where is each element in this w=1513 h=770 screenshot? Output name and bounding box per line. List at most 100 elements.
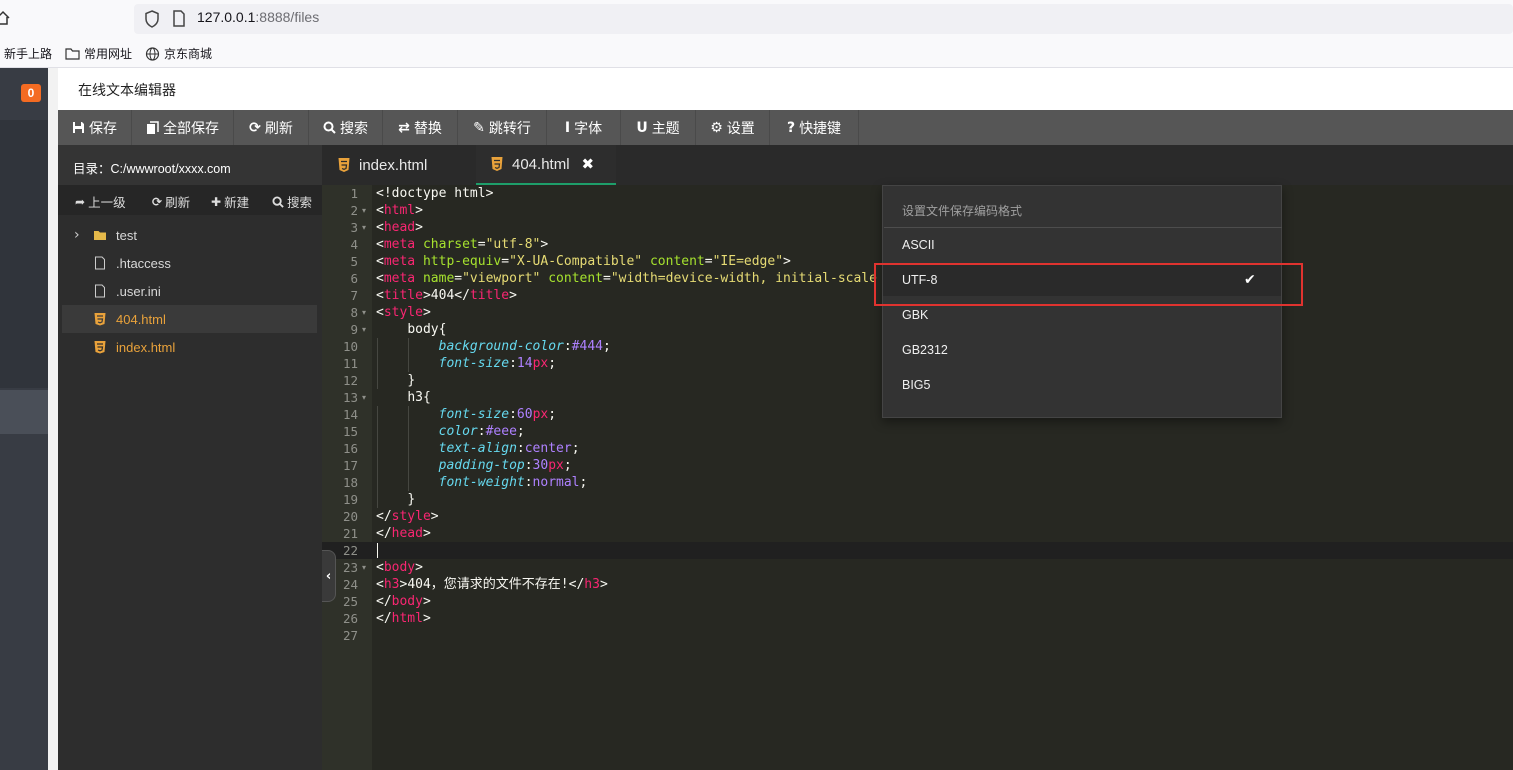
save-all-label: 全部保存 xyxy=(163,119,219,136)
code-line: </style> xyxy=(376,509,439,524)
bookmark-label: 京东商城 xyxy=(164,47,213,61)
font-label: 字体 xyxy=(574,119,603,136)
url-path: :8888/files xyxy=(255,9,320,25)
code-value: #eee xyxy=(485,424,517,439)
line-number: 11 xyxy=(342,356,358,371)
code-line: <head> xyxy=(376,220,423,235)
code-tag: meta xyxy=(383,237,416,252)
shield-icon[interactable] xyxy=(144,10,160,28)
sidebar-refresh-label: 刷新 xyxy=(165,196,191,210)
tree-file-htaccess[interactable]: .htaccess xyxy=(62,249,317,277)
save-all-button[interactable]: 全部保存 xyxy=(132,110,234,145)
fold-arrow-icon[interactable]: ▾ xyxy=(362,559,366,576)
home-icon[interactable] xyxy=(0,10,10,26)
code-line: color:#eee; xyxy=(438,424,525,439)
encoding-option-ascii[interactable]: ASCII xyxy=(883,229,1281,261)
tree-item-label: index.html xyxy=(116,339,176,355)
line-number: 12 xyxy=(342,373,358,388)
code-attr: name xyxy=(422,271,455,286)
bookmark-newbie[interactable]: 新手上路 xyxy=(4,45,52,62)
html5-icon xyxy=(491,157,503,171)
save-label: 保存 xyxy=(89,119,117,136)
divider xyxy=(884,227,1282,228)
tab-404-html[interactable]: 404.html ✖ xyxy=(476,145,616,185)
theme-button[interactable]: U 主题 xyxy=(621,110,696,145)
close-icon[interactable]: ✖ xyxy=(582,155,595,173)
code-property: font-size xyxy=(438,407,510,422)
html5-icon xyxy=(94,313,106,326)
tree-file-404[interactable]: 404.html xyxy=(62,305,317,333)
globe-icon xyxy=(145,46,160,61)
tree-folder-test[interactable]: › test xyxy=(62,221,317,249)
line-number: 17 xyxy=(342,458,358,473)
encoding-option-big5[interactable]: BIG5 xyxy=(883,369,1281,401)
encoding-option-gb2312[interactable]: GB2312 xyxy=(883,334,1281,366)
code-string: "viewport" xyxy=(462,271,541,286)
url-bar[interactable] xyxy=(134,4,1513,34)
settings-button[interactable]: ⚙ 设置 xyxy=(696,110,770,145)
goto-line-button[interactable]: ✎ 跳转行 xyxy=(458,110,547,145)
tab-index-html[interactable]: index.html xyxy=(322,145,475,185)
refresh-button[interactable]: ⟳ 刷新 xyxy=(234,110,309,145)
code-tag: title xyxy=(383,288,423,303)
sidebar-search-button[interactable]: 搜索 xyxy=(272,192,312,211)
collapse-sidebar-button[interactable]: ‹ xyxy=(322,550,336,602)
line-number: 3 xyxy=(350,220,358,235)
editor-header xyxy=(58,68,1513,110)
code-tag: style xyxy=(391,509,431,524)
code-tag: body xyxy=(391,594,423,609)
fold-arrow-icon[interactable]: ▾ xyxy=(362,304,366,321)
code-attr: content xyxy=(548,271,604,286)
code-text: } xyxy=(407,373,416,388)
bookmark-common-sites[interactable]: 常用网址 xyxy=(65,45,132,62)
bookmark-jd[interactable]: 京东商城 xyxy=(145,45,212,62)
search-icon xyxy=(323,121,336,134)
notification-badge[interactable]: 0 xyxy=(21,84,41,102)
bookmark-label: 新手上路 xyxy=(4,47,53,61)
chevron-right-icon[interactable]: › xyxy=(74,227,80,243)
code-value: center xyxy=(524,441,572,456)
line-number: 15 xyxy=(342,424,358,439)
tree-file-index[interactable]: index.html xyxy=(62,333,317,361)
parent-dir-button[interactable]: ➦ 上一级 xyxy=(75,192,126,211)
code-tag: body xyxy=(383,560,416,575)
share-icon: ➦ xyxy=(75,194,86,209)
fold-arrow-icon[interactable]: ▾ xyxy=(362,202,366,219)
html5-icon xyxy=(94,341,106,354)
replace-button[interactable]: ⇄ 替换 xyxy=(383,110,458,145)
plus-icon: ✚ xyxy=(211,194,222,209)
sidebar-refresh-button[interactable]: ⟳ 刷新 xyxy=(152,192,190,211)
save-button[interactable]: 保存 xyxy=(58,110,132,145)
code-line: </html> xyxy=(376,611,431,626)
font-button[interactable]: I 字体 xyxy=(547,110,621,145)
code-unit: px xyxy=(548,458,564,473)
fold-arrow-icon[interactable]: ▾ xyxy=(362,389,366,406)
code-line: </head> xyxy=(376,526,431,541)
code-line: <meta name="viewport" content="width=dev… xyxy=(376,271,877,286)
code-line: font-size:60px; xyxy=(438,407,557,422)
directory-path: 目录：C:/wwwroot/xxxx.com xyxy=(73,162,231,176)
line-number: 14 xyxy=(342,407,358,422)
code-line: </body> xyxy=(376,594,431,609)
search-label: 搜索 xyxy=(340,119,368,136)
url-text[interactable]: 127.0.0.1:8888/files xyxy=(197,9,319,25)
page-icon xyxy=(173,10,185,27)
fold-arrow-icon[interactable]: ▾ xyxy=(362,321,366,338)
code-line: h3{ xyxy=(376,389,430,406)
code-value: 30 xyxy=(532,458,549,473)
fold-arrow-icon[interactable]: ▾ xyxy=(362,219,366,236)
sidebar-search-label: 搜索 xyxy=(287,196,313,210)
shortcuts-button[interactable]: ? 快捷键 xyxy=(770,110,859,145)
tree-file-userini[interactable]: .user.ini xyxy=(62,277,317,305)
strip-active-item[interactable] xyxy=(0,390,48,434)
code-attr: http-equiv xyxy=(422,254,502,269)
search-button[interactable]: 搜索 xyxy=(309,110,383,145)
new-file-button[interactable]: ✚ 新建 xyxy=(211,192,249,211)
code-line: <style> xyxy=(376,305,431,320)
shortcuts-label: 快捷键 xyxy=(799,119,842,136)
goto-line-label: 跳转行 xyxy=(488,119,531,136)
pin-icon: ✎ xyxy=(473,119,485,136)
code-text: <!doctype html> xyxy=(376,186,494,201)
code-value: #444 xyxy=(571,339,603,354)
code-tag: head xyxy=(383,220,416,235)
